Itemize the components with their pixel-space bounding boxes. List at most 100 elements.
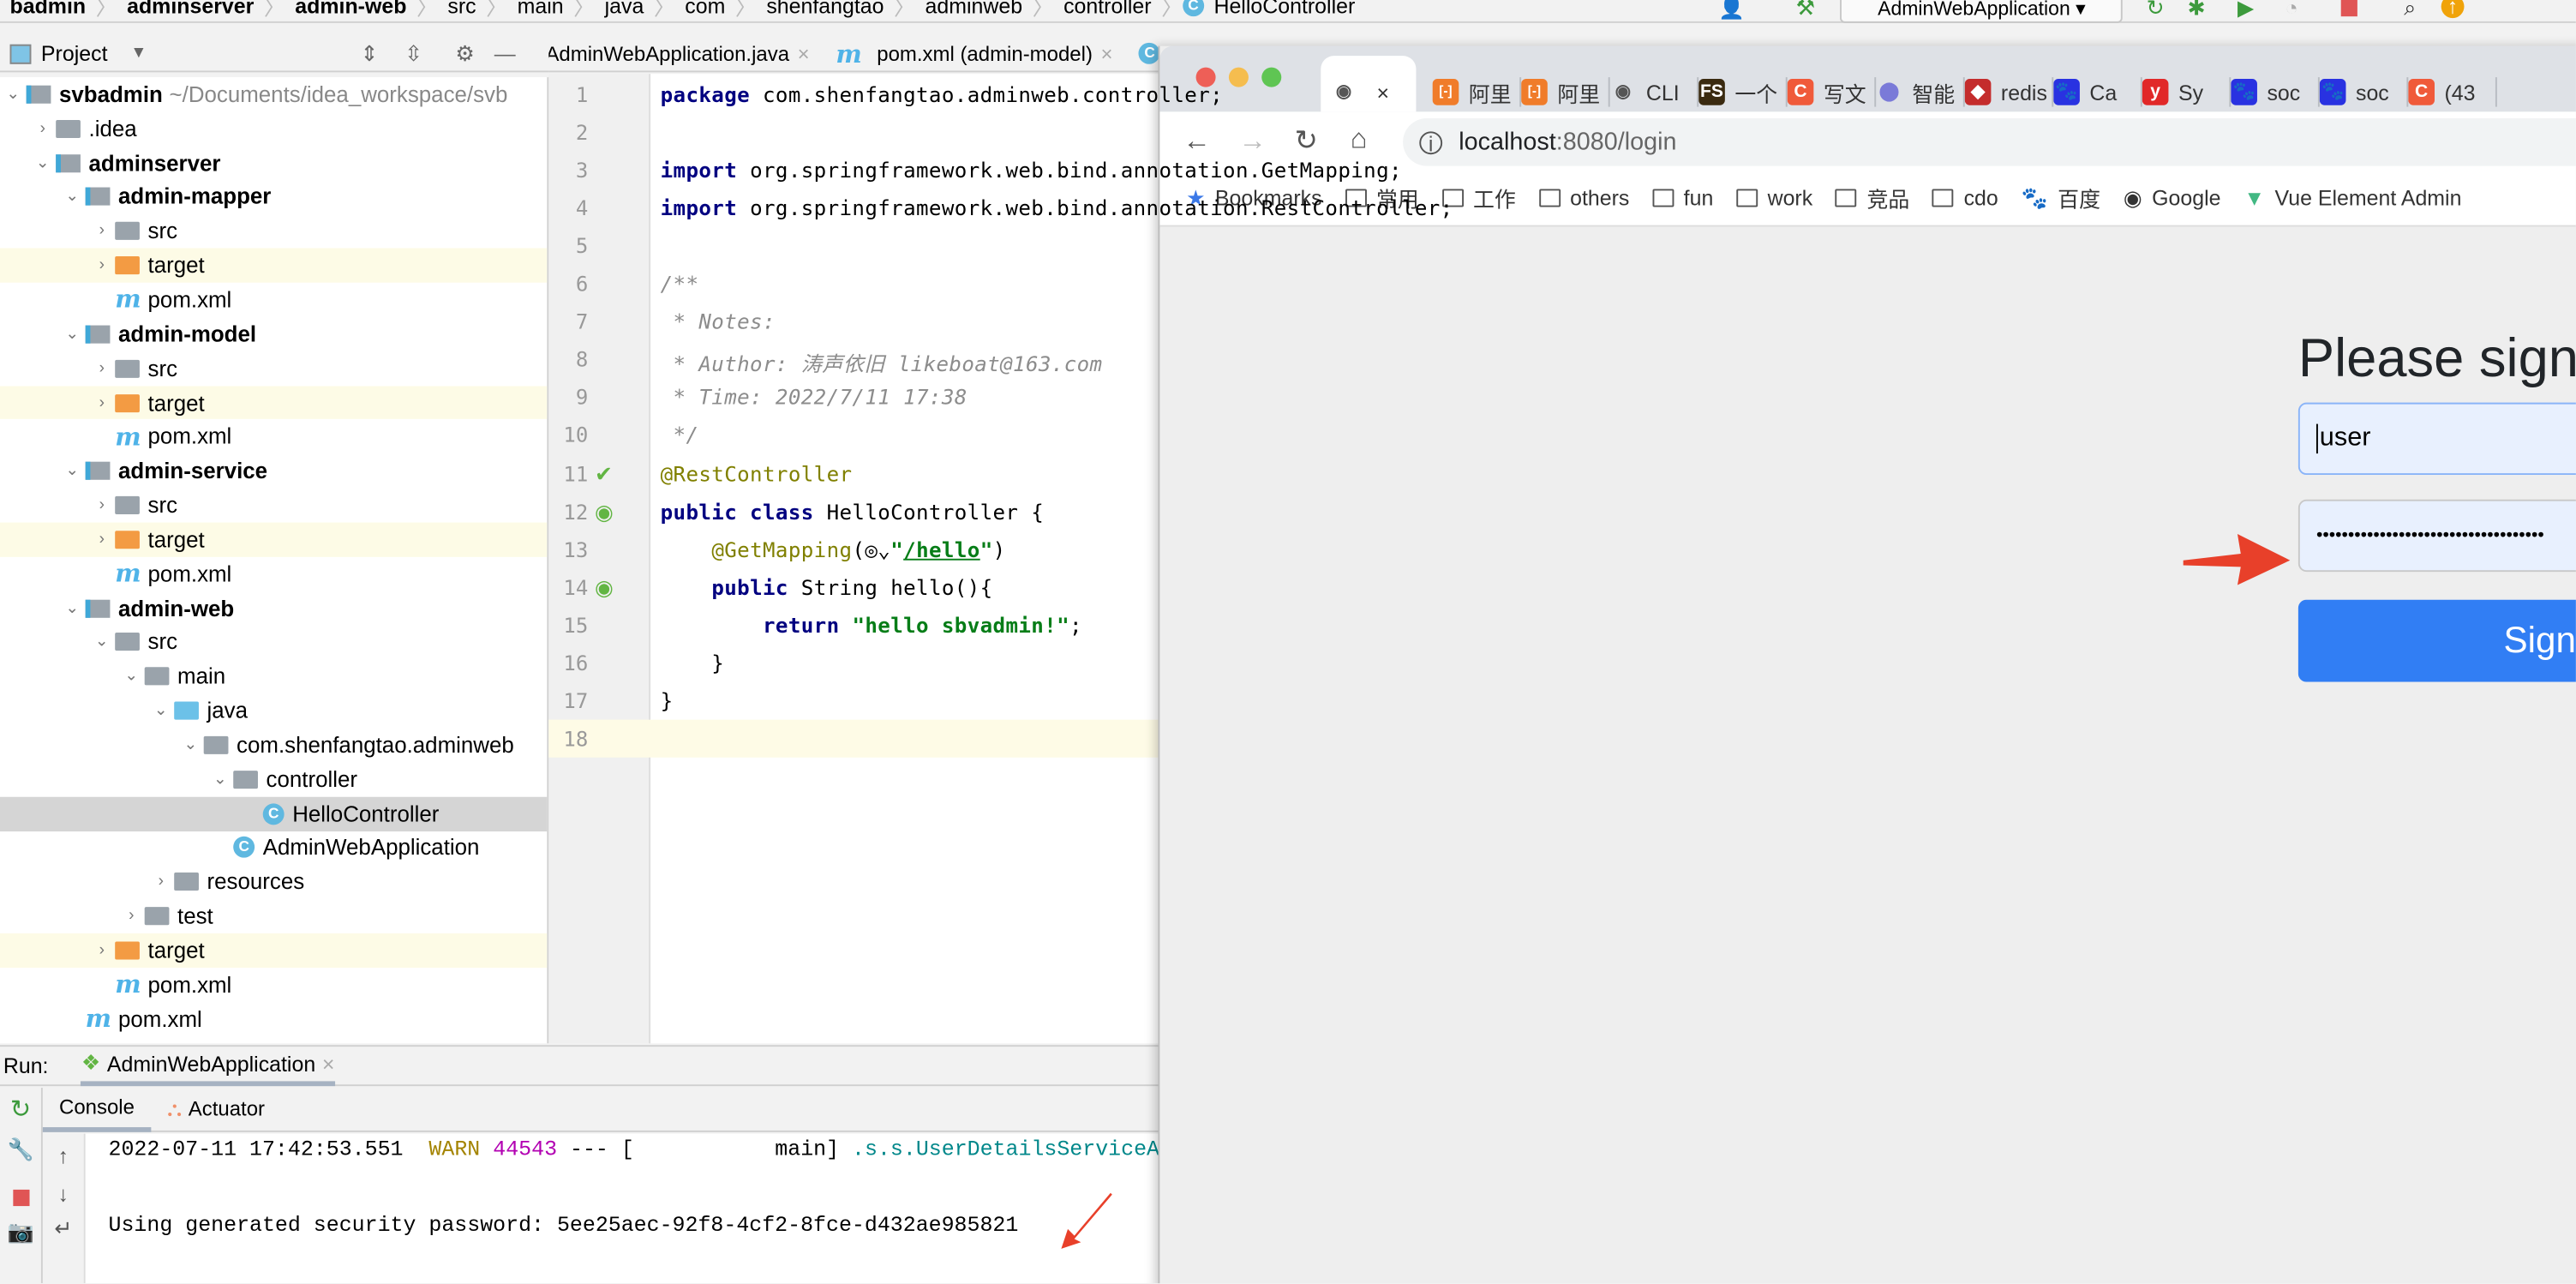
tree-item[interactable]: ⌄ java <box>0 693 547 728</box>
tree-item[interactable]: m pom.xml <box>0 420 547 454</box>
wrench-icon[interactable]: 🔧 <box>0 1137 41 1164</box>
bookmark-item[interactable]: others <box>1538 186 1629 210</box>
bookmark-item[interactable]: 🐾 百度 <box>2022 183 2100 213</box>
camera-icon[interactable]: 📷 <box>0 1219 41 1245</box>
tree-item[interactable]: › target <box>0 522 548 557</box>
tree-item[interactable]: ⌄ com.shenfangtao.adminweb <box>0 728 547 762</box>
username-input[interactable]: user <box>2297 402 2576 476</box>
tree-item[interactable]: › test <box>0 899 547 933</box>
breadcrumb-item[interactable]: adminweb <box>915 0 1033 18</box>
breadcrumb-item[interactable]: controller <box>1054 0 1162 18</box>
chevron-down-icon[interactable]: ⌄ <box>89 633 116 651</box>
bookmark-item[interactable]: fun <box>1652 186 1713 210</box>
sign-in-button[interactable]: Sign in <box>2297 599 2576 682</box>
browser-tab[interactable]: C 写文 <box>1787 77 1877 107</box>
tab-actuator[interactable]: ⛬ Actuator <box>151 1087 281 1131</box>
tree-item[interactable]: ⌄ admin-service <box>0 454 547 489</box>
browser-tab[interactable]: [-] 阿里 <box>1432 77 1522 107</box>
breadcrumb-item[interactable]: shenfangtao <box>757 0 894 18</box>
breadcrumb-item[interactable]: badmin <box>0 0 96 18</box>
chevron-right-icon[interactable]: › <box>148 873 175 891</box>
tab-console[interactable]: Console <box>42 1087 152 1131</box>
address-bar[interactable]: i localhost:8080/login <box>1403 118 2576 166</box>
browser-tab[interactable]: FS 一个 <box>1698 77 1788 107</box>
hide-icon[interactable]: — <box>494 41 516 66</box>
tree-item[interactable]: ⌄ admin-mapper <box>0 180 547 214</box>
spring-bean-icon[interactable]: ✔ <box>595 462 613 489</box>
editor-tab[interactable]: m pom.xml (admin-model) × <box>823 39 1126 69</box>
password-input[interactable]: •••••••••••••••••••••••••••••••••••• <box>2297 499 2576 573</box>
chevron-down-icon[interactable]: ▼ <box>130 45 147 63</box>
tree-item[interactable]: › resources <box>0 865 547 899</box>
tree-item[interactable]: m pom.xml <box>0 283 547 317</box>
chevron-down-icon[interactable]: ⌄ <box>59 325 86 343</box>
breadcrumb-item[interactable]: src <box>438 0 486 18</box>
chevron-down-icon[interactable]: ⌄ <box>118 668 145 686</box>
browser-tab[interactable]: 🐾 soc <box>2319 77 2409 107</box>
coverage-icon[interactable]: ▶ <box>2234 0 2257 20</box>
tree-item[interactable]: m pom.xml <box>0 968 547 1002</box>
breadcrumb-item[interactable]: adminserver <box>117 0 264 18</box>
chevron-right-icon[interactable]: › <box>89 393 116 411</box>
rerun-icon[interactable]: ↻ <box>2144 0 2167 20</box>
run-tab[interactable]: ❖ AdminWebApplication × <box>81 1046 334 1086</box>
tree-item[interactable]: C HelloController <box>0 796 548 831</box>
window-zoom-button[interactable] <box>1261 67 1282 87</box>
tree-item[interactable]: › .idea <box>0 111 547 146</box>
browser-tab[interactable]: C (43 <box>2408 77 2497 107</box>
collapse-all-icon[interactable]: ⇳ <box>404 40 422 67</box>
tree-item[interactable]: › src <box>0 489 547 523</box>
user-icon[interactable]: 👤 <box>1718 0 1745 20</box>
spring-bean-icon[interactable]: ◉ <box>595 500 614 526</box>
editor-tab[interactable]: AdminWebApplication.java × <box>548 42 823 65</box>
scroll-down-icon[interactable]: ↓ <box>43 1181 84 1206</box>
chevron-right-icon[interactable]: › <box>30 119 57 137</box>
tree-item[interactable]: ⌄ controller <box>0 762 547 796</box>
breadcrumb-item[interactable]: admin-web <box>285 0 416 18</box>
build-hammer-icon[interactable]: ⚒ <box>1794 0 1817 20</box>
chevron-down-icon[interactable]: ⌄ <box>0 86 27 104</box>
gear-icon[interactable]: ⚙ <box>455 40 474 67</box>
tree-item[interactable]: C AdminWebApplication <box>0 831 547 865</box>
browser-tab[interactable]: ⬤ 智能 <box>1876 77 1965 107</box>
console-output[interactable]: 2022-07-11 17:42:53.551 WARN 44543 --- [… <box>85 1133 1364 1284</box>
chevron-down-icon[interactable]: ⌄ <box>59 188 86 206</box>
tree-item[interactable]: ⌄ src <box>0 625 547 659</box>
soft-wrap-icon[interactable]: ↵ <box>43 1216 84 1243</box>
expand-all-icon[interactable]: ⇕ <box>361 40 379 67</box>
chevron-down-icon[interactable]: ⌄ <box>207 771 234 789</box>
tree-item[interactable]: m pom.xml <box>0 557 547 591</box>
bookmark-item[interactable]: ◉ Google <box>2124 185 2221 212</box>
close-icon[interactable]: × <box>1376 80 1389 105</box>
chevron-right-icon[interactable]: › <box>89 531 116 549</box>
tree-item[interactable]: ⌄ adminserver <box>0 146 547 180</box>
home-icon[interactable]: ⌂ <box>1351 123 1368 156</box>
chevron-right-icon[interactable]: › <box>89 496 116 514</box>
tree-item[interactable]: ⌄ admin-web <box>0 591 547 625</box>
chevron-right-icon[interactable]: › <box>89 941 116 959</box>
browser-tab[interactable]: 🐾 Ca <box>2053 77 2142 107</box>
tree-item[interactable]: ⌄ svbadmin ~/Documents/idea_workspace/svb <box>0 77 547 111</box>
scroll-up-icon[interactable]: ↑ <box>43 1143 84 1168</box>
chevron-down-icon[interactable]: ⌄ <box>148 702 175 720</box>
bookmark-item[interactable]: cdo <box>1932 186 1998 210</box>
web-endpoint-icon[interactable]: ◉ <box>595 575 614 602</box>
profile-icon[interactable]: ◔ <box>2280 0 2303 20</box>
tree-item[interactable]: › target <box>0 933 548 968</box>
tree-item[interactable]: › src <box>0 214 547 249</box>
chevron-down-icon[interactable]: ⌄ <box>59 462 86 480</box>
tree-item[interactable]: ⌄ main <box>0 659 547 693</box>
project-view-select[interactable]: Project <box>41 41 108 66</box>
back-icon[interactable]: ← <box>1183 125 1211 158</box>
debug-icon[interactable]: ✱ <box>2185 0 2208 20</box>
breadcrumb-item[interactable]: com <box>675 0 735 18</box>
browser-tab[interactable]: ◆ redis <box>1964 77 2054 107</box>
chevron-right-icon[interactable]: › <box>118 908 145 926</box>
bookmark-item[interactable]: work <box>1736 186 1812 210</box>
chevron-right-icon[interactable]: › <box>89 222 116 240</box>
chevron-right-icon[interactable]: › <box>89 256 116 274</box>
browser-tab[interactable]: y Sy <box>2142 77 2232 107</box>
browser-tab[interactable]: ◉ × <box>1331 77 1423 107</box>
tree-item[interactable]: › src <box>0 351 547 386</box>
chevron-down-icon[interactable]: ⌄ <box>59 599 86 617</box>
